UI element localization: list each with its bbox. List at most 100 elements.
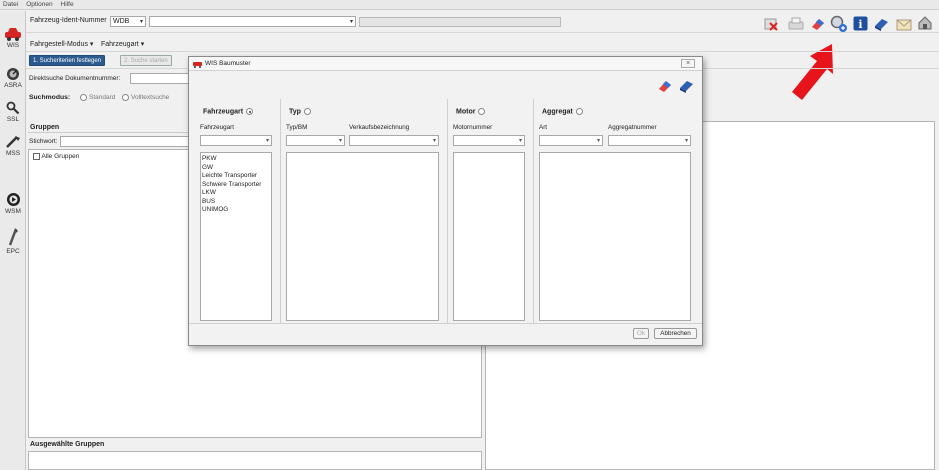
aggregatnummer-select[interactable]: ▾ (608, 135, 691, 146)
sidebar-item-epc[interactable]: EPC (0, 227, 26, 255)
step-2-button[interactable]: 2. Suche starten (120, 55, 172, 66)
typ-list[interactable] (286, 152, 439, 321)
ok-button[interactable]: Ok (633, 328, 649, 339)
fahrzeugart-select[interactable]: ▾ (200, 135, 272, 146)
list-item[interactable]: UNIMOG (201, 206, 271, 215)
column-fahrzeugart: Fahrzeugart Fahrzeugart ▾ PKW GW Leichte… (195, 99, 281, 324)
column-typ: Typ Typ/BM Verkaufsbezeichnung ▾ ▾ (281, 99, 448, 324)
sidebar: WIS ASRA SSL MSS WSM EPC (0, 11, 26, 470)
menu-hilfe[interactable]: Hilfe (61, 1, 74, 8)
typ-title[interactable]: Typ (289, 108, 311, 115)
list-item[interactable]: BUS (201, 198, 271, 207)
list-item[interactable]: Leichte Transporter (201, 172, 271, 181)
svg-text:i: i (858, 18, 862, 31)
menu-datei[interactable]: Datei (3, 1, 18, 8)
selected-groups-header: Ausgewählte Gruppen (28, 439, 482, 451)
sidebar-item-wis[interactable]: WIS (0, 27, 26, 49)
menu-optionen[interactable]: Optionen (26, 1, 52, 8)
dialog-title: WIS Baumuster (205, 60, 251, 67)
keyword-input[interactable] (60, 136, 190, 147)
aggregat-list[interactable] (539, 152, 691, 321)
fin-prefix-select[interactable]: WDB ▾ (110, 16, 146, 27)
motornummer-label: Motornummer (453, 124, 493, 131)
sidebar-item-label: WSM (5, 208, 21, 215)
chevron-down-icon: ▾ (89, 41, 94, 48)
tools-icon (6, 136, 20, 148)
selected-groups-list (28, 451, 482, 470)
fin-label: Fahrzeug-Ident-Nummer (30, 17, 107, 24)
eraser-icon[interactable] (810, 16, 826, 32)
radio-icon[interactable] (303, 108, 311, 115)
tree-item-all-groups[interactable]: Alle Gruppen (33, 153, 79, 160)
fahrzeugart-label: Fahrzeugart (200, 124, 234, 131)
radio-icon (80, 94, 87, 101)
verkaufsbezeichnung-select[interactable]: ▾ (349, 135, 439, 146)
fahrzeugart-list[interactable]: PKW GW Leichte Transporter Schwere Trans… (200, 152, 272, 321)
aggregat-title[interactable]: Aggregat (542, 108, 583, 115)
sidebar-item-mss[interactable]: MSS (0, 135, 26, 157)
groups-title: Gruppen (30, 124, 60, 131)
radio-icon[interactable] (575, 108, 583, 115)
search-baumuster-icon[interactable] (830, 15, 848, 33)
list-item[interactable]: LKW (201, 189, 271, 198)
baumuster-dialog: WIS Baumuster × Fahrzeugart Fahrzeugart … (188, 56, 703, 346)
art-label: Art (539, 124, 548, 131)
menu-bar: Datei Optionen Hilfe (0, 0, 939, 10)
dialog-close-button[interactable]: × (681, 59, 695, 68)
car-icon (193, 62, 202, 68)
books-icon[interactable] (678, 78, 695, 94)
chevron-down-icon: ▾ (518, 138, 522, 144)
car-icon (5, 28, 21, 41)
eraser-icon[interactable] (657, 78, 673, 94)
search-mode-label: Suchmodus: (29, 94, 71, 101)
list-item[interactable]: Schwere Transporter (201, 181, 271, 190)
mode-bar: Fahrgestell-Modus ▾ Fahrzeugart ▾ (26, 35, 939, 52)
info-icon[interactable]: i (853, 16, 868, 31)
radio-icon[interactable] (246, 108, 254, 115)
print-icon[interactable] (788, 16, 804, 32)
chevron-down-icon: ▾ (349, 19, 353, 25)
sidebar-item-label: WIS (6, 42, 20, 49)
selected-groups-title: Ausgewählte Gruppen (30, 441, 105, 448)
sidebar-item-asra[interactable]: ASRA (0, 67, 26, 89)
type-menu[interactable]: Fahrzeugart ▾ (101, 40, 144, 48)
list-item[interactable]: PKW (201, 155, 271, 164)
search-mode-standard[interactable]: Standard (80, 94, 115, 101)
chevron-down-icon: ▾ (140, 41, 145, 48)
step-1-button[interactable]: 1. Sucheriterien festlegen (29, 55, 106, 66)
radio-icon (122, 94, 129, 101)
mode-menu[interactable]: Fahrgestell-Modus ▾ (30, 40, 93, 48)
aggregatnummer-label: Aggregatnummer (608, 124, 657, 131)
wrench-icon (6, 101, 20, 115)
fahrzeugart-title[interactable]: Fahrzeugart (203, 108, 254, 115)
fin-input[interactable]: ▾ (149, 16, 356, 27)
motor-title[interactable]: Motor (456, 108, 486, 115)
dialog-body: Fahrzeugart Fahrzeugart ▾ PKW GW Leichte… (195, 99, 697, 377)
wsm-icon (6, 193, 20, 206)
search-mode-fulltext[interactable]: Volltextsuche (122, 94, 169, 101)
radio-icon[interactable] (478, 108, 486, 115)
verkaufsbezeichnung-label: Verkaufsbezeichnung (349, 124, 410, 131)
direct-search-label: Direktsuche Dokumentnummer: (29, 75, 121, 82)
sidebar-item-wsm[interactable]: WSM (0, 192, 26, 215)
mail-icon[interactable] (896, 16, 912, 32)
art-select[interactable]: ▾ (539, 135, 603, 146)
cancel-button[interactable]: Abbrechen (654, 328, 697, 339)
epc-icon (8, 228, 18, 246)
direct-search-input[interactable] (130, 73, 190, 84)
sidebar-item-label: ASRA (4, 82, 22, 89)
motornummer-select[interactable]: ▾ (453, 135, 525, 146)
keyword-label: Stichwort: (29, 138, 58, 145)
column-motor: Motor Motornummer ▾ (448, 99, 534, 324)
checkbox-icon[interactable] (33, 153, 40, 160)
list-item[interactable]: GW (201, 164, 271, 173)
chevron-down-icon: ▾ (265, 138, 269, 144)
home-icon[interactable] (917, 15, 933, 31)
chevron-down-icon: ▾ (596, 138, 600, 144)
sidebar-item-ssl[interactable]: SSL (0, 101, 26, 123)
cancel-icon[interactable] (763, 16, 779, 32)
sidebar-item-label: EPC (6, 248, 20, 255)
typbm-select[interactable]: ▾ (286, 135, 345, 146)
books-icon[interactable] (873, 16, 890, 32)
motor-list[interactable] (453, 152, 525, 321)
